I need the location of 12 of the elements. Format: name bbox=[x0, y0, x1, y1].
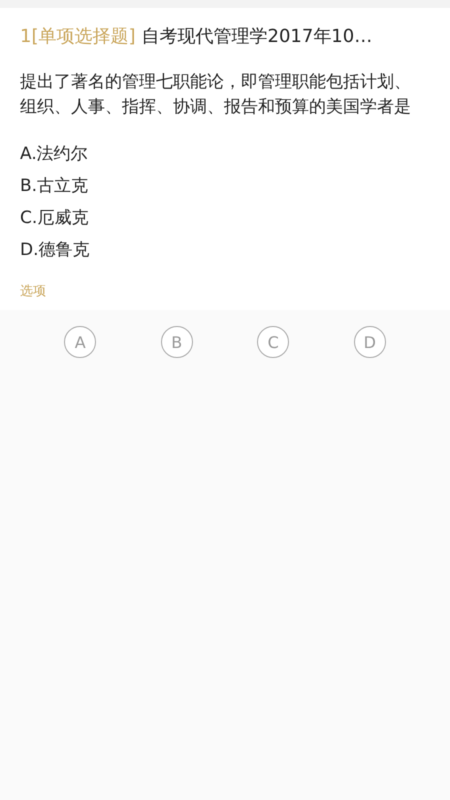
section-label: 选项 bbox=[20, 283, 46, 301]
answer-option: C.厄威克 bbox=[20, 206, 88, 230]
answer-option: A.法约尔 bbox=[20, 142, 88, 166]
question-text: 提出了著名的管理七职能论，即管理职能包括计划、组织、人事、指挥、协调、报告和预算的美国学者是 bbox=[20, 71, 412, 119]
answer-choice-button[interactable]: B bbox=[160, 326, 193, 358]
question-type: 1[单项选择题] bbox=[20, 26, 136, 47]
answer-option: D.德鲁克 bbox=[20, 238, 90, 262]
answer-option: B.古立克 bbox=[20, 174, 88, 198]
question-title: 自考现代管理学2017年10… bbox=[142, 26, 372, 47]
answer-choice-button[interactable]: A bbox=[64, 326, 96, 358]
answer-choice-button[interactable]: D bbox=[354, 326, 386, 358]
answer-choice-button[interactable]: C bbox=[257, 326, 290, 358]
